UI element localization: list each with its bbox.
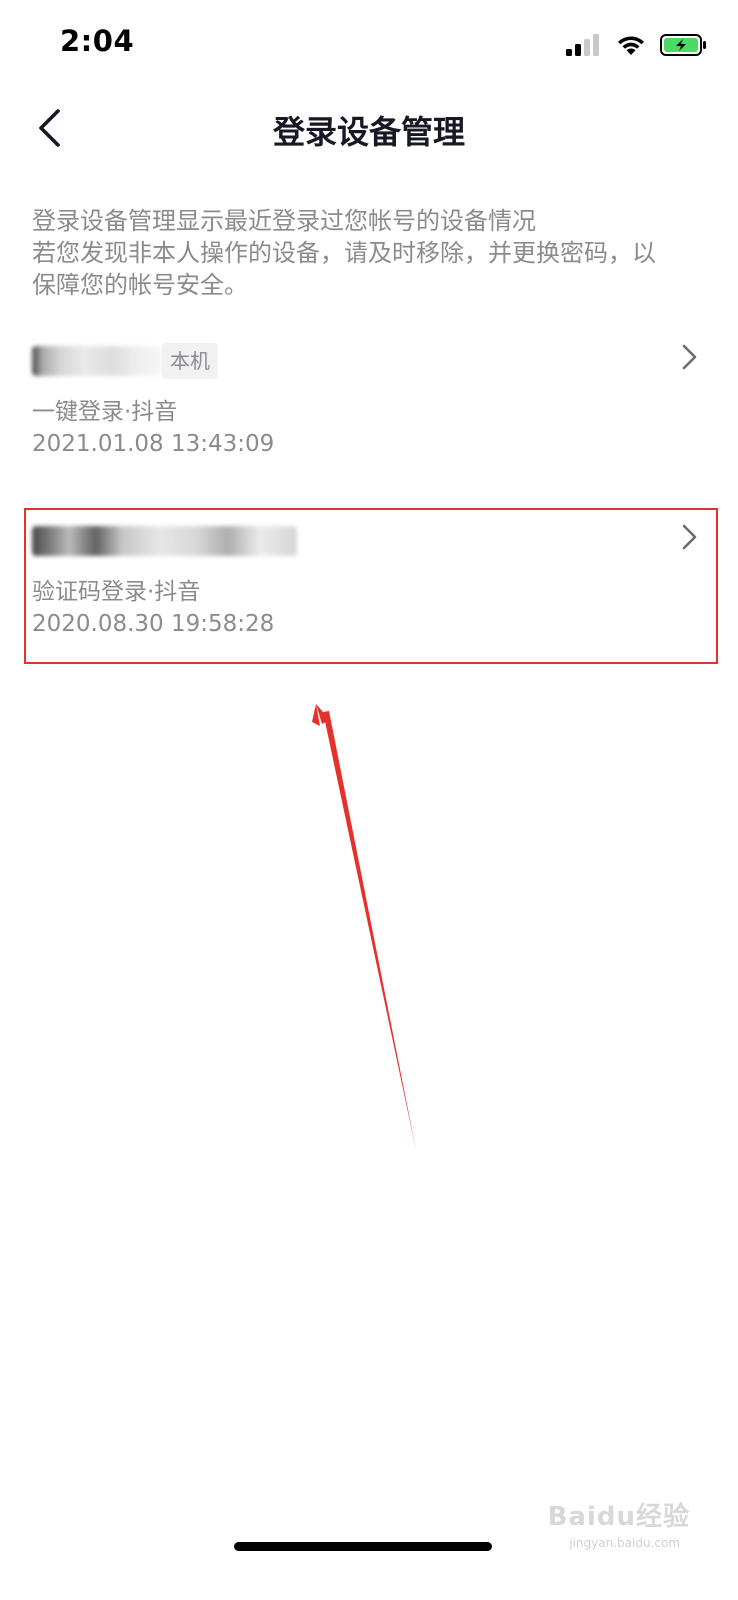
device-login-time: 2021.01.08 13:43:09 [32, 431, 275, 457]
device-login-method: 验证码登录·抖音 [32, 579, 201, 605]
intro-line: 登录设备管理显示最近登录过您帐号的设备情况 [32, 207, 536, 235]
nav-bar: 登录设备管理 [0, 95, 738, 165]
home-indicator[interactable] [234, 1542, 492, 1551]
device-name-redacted [32, 526, 297, 556]
device-name-redacted [32, 346, 162, 376]
device-login-time: 2020.08.30 19:58:28 [32, 611, 275, 637]
intro-line: 若您发现非本人操作的设备，请及时移除，并更换密码，以 [32, 239, 656, 267]
device-name-row: 本机 [32, 338, 218, 384]
status-time: 2:04 [60, 24, 135, 58]
device-item-current[interactable]: 本机 一键登录·抖音 2021.01.08 13:43:09 [32, 338, 712, 473]
status-bar: 2:04 [0, 0, 738, 90]
intro-description: 登录设备管理显示最近登录过您帐号的设备情况 若您发现非本人操作的设备，请及时移除… [32, 205, 712, 301]
chevron-right-icon [682, 344, 697, 370]
device-item-other[interactable]: 验证码登录·抖音 2020.08.30 19:58:28 [32, 518, 712, 653]
this-device-badge: 本机 [162, 343, 218, 379]
watermark-logo: Baidu经验 [547, 1502, 690, 1532]
device-name-row [32, 518, 297, 564]
battery-charging-icon [660, 34, 706, 56]
device-login-method: 一键登录·抖音 [32, 399, 178, 425]
screen: 2:04 登录设备管理 登录设备管理显示最近登录过您帐号的设备情况 若您发现非本… [0, 0, 738, 1600]
intro-line: 保障您的帐号安全。 [32, 271, 248, 299]
wifi-icon [618, 36, 644, 55]
watermark-url: jingyan.baidu.com [569, 1536, 680, 1550]
chevron-right-icon [682, 524, 697, 550]
status-icons [566, 32, 708, 58]
cellular-signal-icon [566, 34, 599, 56]
page-title: 登录设备管理 [272, 113, 465, 151]
